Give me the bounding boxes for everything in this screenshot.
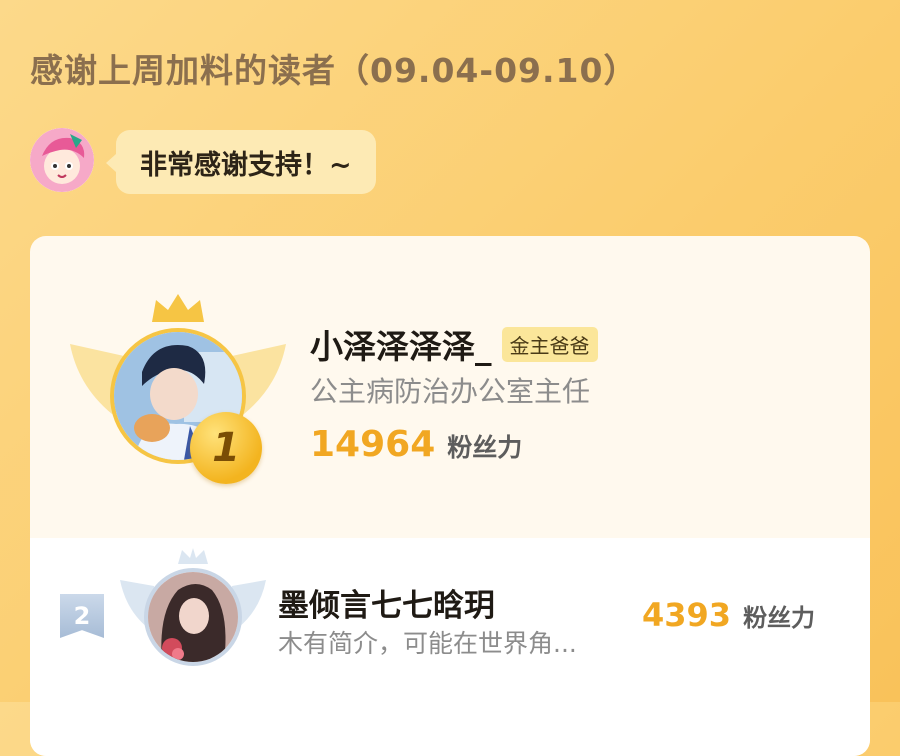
rank-2-fans-label: 粉丝力	[743, 604, 816, 632]
rank-2-intro: 木有简介，可能在世界角...	[278, 629, 577, 658]
rank-1-badge: 金主爸爸	[501, 326, 598, 362]
gold-medal-icon: 1	[190, 412, 262, 484]
rank-2-entry[interactable]: 2 墨倾言七七晗玥 木有简介，可能在世界角... 4393 粉丝力	[30, 538, 870, 756]
rank-1-name[interactable]: 小泽泽泽泽_	[310, 320, 492, 368]
rank-1-intro: 公主病防治办公室主任	[310, 375, 591, 408]
thanks-message: 非常感谢支持！~	[140, 149, 352, 181]
rank-1-name-row: 小泽泽泽泽_ 金主爸爸	[310, 320, 598, 368]
rank-2-fans-value: 4393	[642, 596, 732, 634]
rank-2-tag-icon: 2	[60, 594, 104, 638]
page-title: 感谢上周加料的读者（09.04-09.10）	[30, 51, 638, 90]
host-avatar-icon	[30, 128, 94, 192]
host-avatar	[30, 128, 94, 192]
rank-1-fans-label: 粉丝力	[447, 433, 523, 462]
rank-1-fans-value: 14964	[310, 424, 436, 465]
rank-1-number: 1	[212, 425, 240, 471]
rank-2-name[interactable]: 墨倾言七七晗玥	[278, 580, 495, 625]
rank-2-avatar[interactable]	[144, 568, 242, 666]
thanks-bubble: 非常感谢支持！~	[106, 130, 376, 194]
crown-icon	[152, 294, 204, 322]
leaderboard-card: 1 小泽泽泽泽_ 金主爸爸 公主病防治办公室主任 14964 粉丝力 2 墨倾言…	[30, 236, 870, 756]
rank-2-fans: 4393 粉丝力	[642, 596, 815, 634]
avatar-image	[148, 572, 238, 662]
rank-1-fans: 14964 粉丝力	[310, 424, 522, 465]
rank-2-number: 2	[73, 602, 91, 630]
